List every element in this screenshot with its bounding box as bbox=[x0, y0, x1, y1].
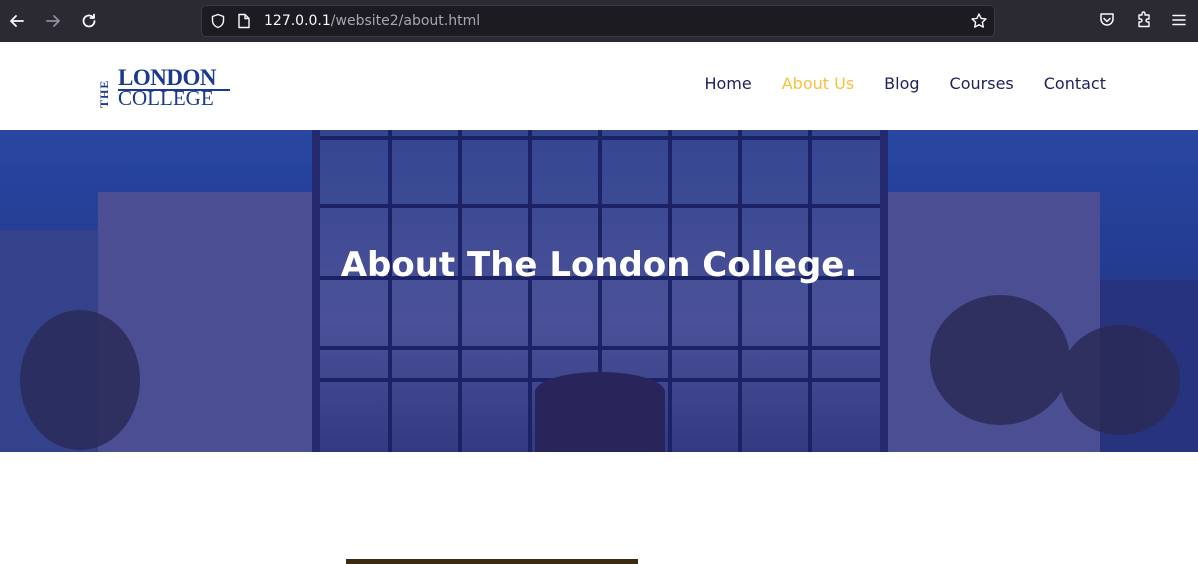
bookmark-star-icon[interactable] bbox=[970, 12, 988, 30]
url-text[interactable]: 127.0.0.1/website2/about.html bbox=[264, 13, 480, 29]
college-logo[interactable]: THE LONDON COLLEGE bbox=[97, 66, 239, 110]
url-bar[interactable]: 127.0.0.1/website2/about.html bbox=[201, 5, 995, 37]
main-nav: Home About Us Blog Courses Contact bbox=[674, 74, 1106, 93]
url-host: 127.0.0.1 bbox=[264, 13, 331, 29]
browser-toolbar: 127.0.0.1/website2/about.html bbox=[0, 0, 1198, 42]
content-image bbox=[346, 559, 638, 564]
hero-building-image bbox=[0, 130, 1198, 452]
page-icon[interactable] bbox=[237, 13, 251, 29]
nav-home[interactable]: Home bbox=[704, 74, 751, 93]
arrow-right-icon bbox=[46, 15, 60, 27]
back-button[interactable] bbox=[5, 9, 29, 33]
hero-title: About The London College. bbox=[340, 245, 858, 285]
reload-icon bbox=[82, 13, 96, 28]
nav-about-us[interactable]: About Us bbox=[782, 74, 854, 93]
reload-button[interactable] bbox=[77, 9, 101, 33]
forward-button[interactable] bbox=[41, 9, 65, 33]
logo-line2: COLLEGE bbox=[118, 86, 214, 110]
site-header: THE LONDON COLLEGE Home About Us Blog Co… bbox=[0, 42, 1198, 130]
menu-icon[interactable] bbox=[1170, 11, 1188, 29]
pocket-icon[interactable] bbox=[1098, 11, 1116, 29]
arrow-left-icon bbox=[10, 15, 24, 27]
logo-the: THE bbox=[97, 79, 111, 108]
nav-courses[interactable]: Courses bbox=[950, 74, 1014, 93]
nav-blog[interactable]: Blog bbox=[884, 74, 919, 93]
nav-contact[interactable]: Contact bbox=[1044, 74, 1106, 93]
hero-banner: About The London College. bbox=[0, 130, 1198, 452]
url-path: /website2/about.html bbox=[330, 13, 481, 29]
extensions-icon[interactable] bbox=[1135, 11, 1153, 29]
shield-icon[interactable] bbox=[210, 13, 226, 29]
